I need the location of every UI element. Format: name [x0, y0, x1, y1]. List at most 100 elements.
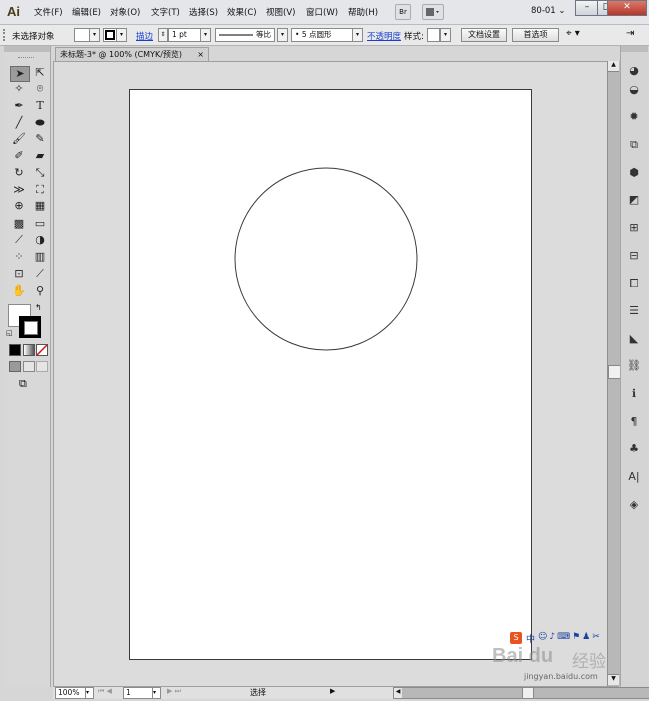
stroke-weight-field[interactable]: 1 pt	[168, 28, 203, 42]
layers-icon[interactable]: ◈	[626, 498, 642, 512]
eyedropper-tool[interactable]: ⟋	[10, 233, 28, 247]
menu-object[interactable]: 对象(O)	[110, 6, 140, 18]
arrange-documents-button[interactable]	[422, 4, 444, 20]
document-tab[interactable]: 未标题-3* @ 100% (CMYK/预览) ×	[55, 47, 209, 62]
default-colors-icon[interactable]: ◱	[6, 329, 13, 337]
brush-dropdown[interactable]: ▾	[352, 28, 363, 42]
fill-dropdown[interactable]: ▾	[89, 28, 100, 42]
type-tool[interactable]: T	[31, 99, 49, 113]
minimize-button[interactable]: –	[575, 0, 599, 16]
menu-view[interactable]: 视图(V)	[266, 6, 295, 18]
blend-tool[interactable]: ◑	[31, 233, 49, 247]
stroke-color-box[interactable]	[19, 316, 41, 338]
slice-tool[interactable]: ⟋	[31, 267, 49, 281]
control-bar-grip[interactable]	[3, 29, 7, 41]
document-setup-button[interactable]: 文档设置	[461, 28, 507, 42]
stroke-swatch[interactable]	[103, 28, 117, 42]
hand-tool[interactable]: ✋	[10, 284, 28, 298]
graphic-style-dropdown[interactable]: ▾	[440, 28, 451, 42]
zoom-tool[interactable]: ⚲	[31, 284, 49, 298]
line-tool[interactable]: ╱	[10, 116, 28, 130]
close-tab-icon[interactable]: ×	[197, 48, 204, 62]
page-field[interactable]: 1	[123, 687, 153, 699]
appearance-icon[interactable]: ◩	[626, 193, 642, 207]
free-transform-tool[interactable]: ⛶	[31, 183, 49, 197]
pencil-tool[interactable]: ✎	[31, 132, 49, 146]
next-page-icon[interactable]: ▶ ⏭	[167, 687, 181, 696]
column-graph-tool[interactable]: ▥	[31, 250, 49, 264]
blob-brush-tool[interactable]: ✐	[10, 149, 28, 163]
brush-definition[interactable]: • 5 点圆形	[291, 28, 354, 42]
first-page-icon[interactable]: ⏮ ◀	[98, 687, 112, 696]
menu-help[interactable]: 帮助(H)	[348, 6, 378, 18]
graphic-styles-icon[interactable]: ⬢	[626, 166, 642, 180]
lasso-tool[interactable]: ⌾	[31, 82, 49, 96]
menu-window[interactable]: 窗口(W)	[306, 6, 338, 18]
stroke-weight-stepper[interactable]: ⇕	[158, 28, 168, 42]
none-mode-button[interactable]	[36, 344, 48, 356]
selection-tool[interactable]: ➤	[10, 66, 30, 82]
menu-type[interactable]: 文字(T)	[151, 6, 180, 18]
color-icon[interactable]: ◕	[626, 64, 642, 78]
brushes-icon[interactable]: ✹	[626, 110, 642, 124]
gradient-tool[interactable]: ▭	[31, 217, 49, 231]
stroke-icon[interactable]: ◣	[626, 332, 642, 346]
scale-tool[interactable]: ⤡	[31, 166, 49, 180]
gradient-mode-button[interactable]	[23, 344, 35, 356]
screen-mode-icon[interactable]: ⧉	[19, 377, 27, 391]
paintbrush-tool[interactable]: 🖌	[10, 132, 28, 146]
isolate-mode-icon[interactable]: ⌖ ▾	[566, 28, 580, 39]
gradient-panel-icon[interactable]: ⛓	[626, 359, 642, 373]
draw-behind-button[interactable]	[23, 361, 35, 372]
zoom-field[interactable]: 100%	[55, 687, 86, 699]
tools-grip[interactable]	[18, 57, 34, 59]
menu-edit[interactable]: 编辑(E)	[72, 6, 101, 18]
graphic-style-swatch[interactable]	[427, 28, 440, 42]
stroke-dropdown[interactable]: ▾	[116, 28, 127, 42]
symbol-sprayer-tool[interactable]: ⁘	[10, 250, 28, 264]
pen-tool[interactable]: ✒	[10, 99, 28, 113]
dock-header[interactable]	[621, 46, 648, 52]
close-window-button[interactable]: ✕	[607, 0, 647, 16]
artboard[interactable]	[129, 89, 532, 660]
character-icon[interactable]: A|	[626, 470, 642, 484]
hscroll-thumb[interactable]	[522, 688, 534, 698]
paragraph-icon[interactable]: ¶	[626, 415, 642, 429]
color-mode-button[interactable]	[9, 344, 21, 356]
page-dropdown[interactable]: ▾	[152, 687, 161, 699]
stroke-link[interactable]: 描边	[136, 30, 153, 42]
transform-icon[interactable]: ☰	[626, 304, 642, 318]
perspective-grid-tool[interactable]: ▦	[31, 199, 49, 213]
preferences-button[interactable]: 首选项	[512, 28, 559, 42]
swap-fill-stroke-icon[interactable]: ↰	[35, 303, 42, 312]
info-icon[interactable]: ℹ	[626, 387, 642, 401]
scroll-up-button[interactable]: ▲	[608, 61, 619, 72]
eraser-tool[interactable]: ▰	[31, 149, 49, 163]
draw-inside-button[interactable]	[36, 361, 48, 372]
align-icon[interactable]: ⊟	[626, 249, 642, 263]
vertical-scrollbar[interactable]: ▲ ▼	[607, 61, 621, 686]
horizontal-scrollbar[interactable]: ◀ ▶	[393, 687, 649, 699]
profile-dropdown[interactable]: ▾	[277, 28, 288, 42]
workspace-switcher[interactable]: 80-01 ⌄	[531, 6, 566, 16]
circle-shape[interactable]	[234, 167, 418, 351]
magic-wand-tool[interactable]: ✧	[10, 82, 28, 96]
width-tool[interactable]: ≫	[10, 183, 28, 197]
transparency-icon[interactable]: ⊞	[626, 221, 642, 235]
direct-selection-tool[interactable]: ⇱	[31, 66, 49, 80]
variable-width-profile[interactable]: 等比	[215, 28, 275, 42]
bridge-button[interactable]: Br	[395, 4, 411, 20]
mesh-tool[interactable]: ▩	[10, 217, 28, 231]
menu-effect[interactable]: 效果(C)	[227, 6, 257, 18]
scroll-left-button[interactable]: ◀	[394, 688, 402, 698]
symbols-icon[interactable]: ⧉	[626, 138, 642, 152]
symbol-club-icon[interactable]: ♣	[626, 442, 642, 456]
tools-panel-header[interactable]	[4, 46, 50, 52]
color-guide-icon[interactable]: ◒	[626, 83, 642, 97]
opacity-link[interactable]: 不透明度	[367, 30, 401, 42]
status-menu-arrow[interactable]: ▶	[330, 687, 335, 695]
pathfinder-icon[interactable]: ⧠	[626, 277, 642, 291]
rotate-tool[interactable]: ↻	[10, 166, 28, 180]
menu-file[interactable]: 文件(F)	[34, 6, 63, 18]
draw-normal-button[interactable]	[9, 361, 21, 372]
